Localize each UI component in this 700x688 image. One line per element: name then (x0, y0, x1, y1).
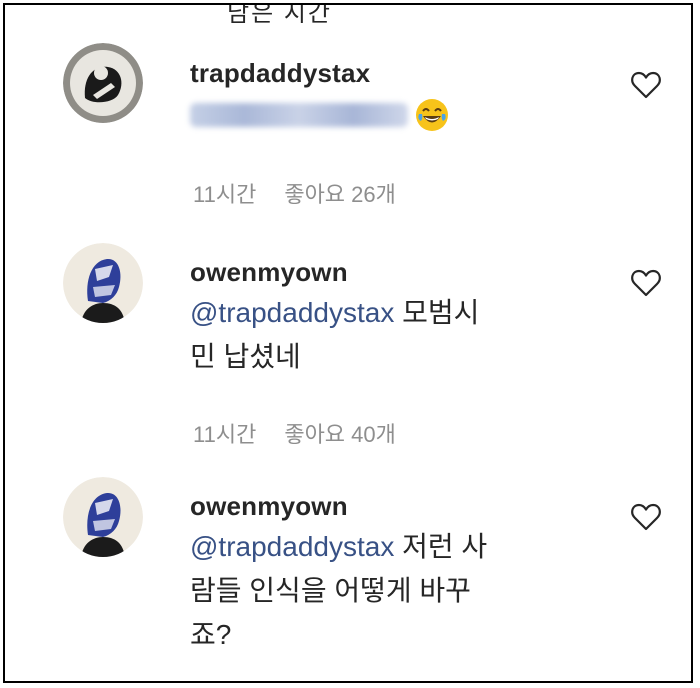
laughing-emoji-icon (416, 98, 448, 131)
comment-mention[interactable]: @trapdaddystax (190, 297, 394, 328)
heart-icon[interactable] (631, 269, 661, 297)
comment-mention[interactable]: @trapdaddystax (190, 531, 394, 562)
comments-panel: 남은 시간 trapdaddystax 11시간 좋아요 26개 owenmyo… (3, 3, 693, 683)
blurred-mention (190, 102, 408, 127)
heart-icon[interactable] (631, 71, 661, 99)
comment-text: @trapdaddystax 저런 사 람들 인식을 어떻게 바꾸 죠? (190, 531, 488, 650)
comment-meta: 11시간 좋아요 40개 (193, 417, 396, 449)
comment-likes[interactable]: 좋아요 26개 (284, 182, 396, 207)
comment-text: @trapdaddystax 모범시 민 납셨네 (190, 297, 480, 372)
comment-username[interactable]: trapdaddystax (190, 58, 370, 89)
comment-username[interactable]: owenmyown (190, 491, 348, 522)
comment-username[interactable]: owenmyown (190, 257, 348, 288)
comment-meta: 11시간 좋아요 26개 (193, 177, 396, 209)
comment-likes[interactable]: 좋아요 40개 (284, 422, 396, 447)
comment-time[interactable]: 11시간 (193, 182, 256, 207)
cutoff-text: 남은 시간 (227, 3, 332, 27)
comment-text (190, 91, 590, 135)
avatar[interactable] (63, 243, 143, 323)
avatar[interactable] (63, 43, 143, 123)
avatar[interactable] (63, 477, 143, 557)
heart-icon[interactable] (631, 503, 661, 531)
comment-time[interactable]: 11시간 (193, 422, 256, 447)
